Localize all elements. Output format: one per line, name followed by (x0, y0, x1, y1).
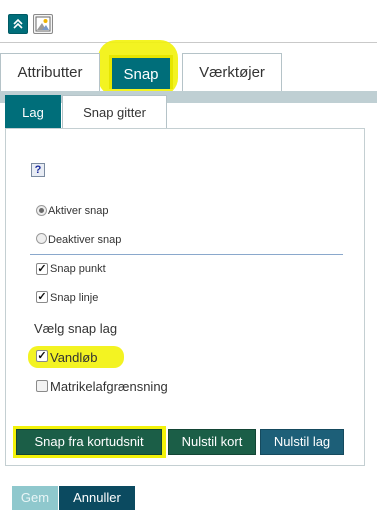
label-aktiver-snap: Aktiver snap (48, 205, 109, 217)
checkbox-snap-linje[interactable]: ✓ (36, 291, 48, 303)
checkbox-matrikelafgraensning[interactable] (36, 380, 48, 392)
reset-map-button[interactable]: Nulstil kort (168, 429, 256, 455)
layers-heading: Vælg snap lag (34, 321, 118, 336)
tab-attributter[interactable]: Attributter (0, 53, 100, 91)
mode-divider (30, 254, 343, 255)
tab-snap[interactable]: Snap (109, 55, 173, 89)
radio-aktiver-snap[interactable] (36, 205, 47, 216)
label-matrikelafgraensning: Matrikelafgrænsning (50, 379, 168, 394)
checkbox-snap-punkt[interactable]: ✓ (36, 263, 48, 275)
toolbar-divider (0, 42, 377, 43)
subtab-lag[interactable]: Lag (5, 95, 61, 129)
save-button[interactable]: Gem (12, 486, 58, 510)
picture-icon[interactable] (33, 14, 53, 34)
help-icon[interactable]: ? (31, 163, 45, 177)
label-snap-punkt: Snap punkt (50, 263, 106, 275)
reset-layer-button[interactable]: Nulstil lag (260, 429, 344, 455)
snap-from-map-button[interactable]: Snap fra kortudsnit (16, 429, 162, 455)
label-deaktiver-snap: Deaktiver snap (48, 234, 122, 246)
label-vandloeb: Vandløb (50, 350, 98, 365)
radio-deaktiver-snap[interactable] (36, 233, 47, 244)
checkbox-vandloeb[interactable]: ✓ (36, 350, 48, 362)
collapse-up-icon[interactable] (8, 14, 28, 34)
subtab-snap-gitter[interactable]: Snap gitter (62, 95, 167, 129)
tab-vaerktoejer[interactable]: Værktøjer (182, 53, 282, 91)
cancel-button[interactable]: Annuller (59, 486, 135, 510)
label-snap-linje: Snap linje (50, 292, 99, 304)
